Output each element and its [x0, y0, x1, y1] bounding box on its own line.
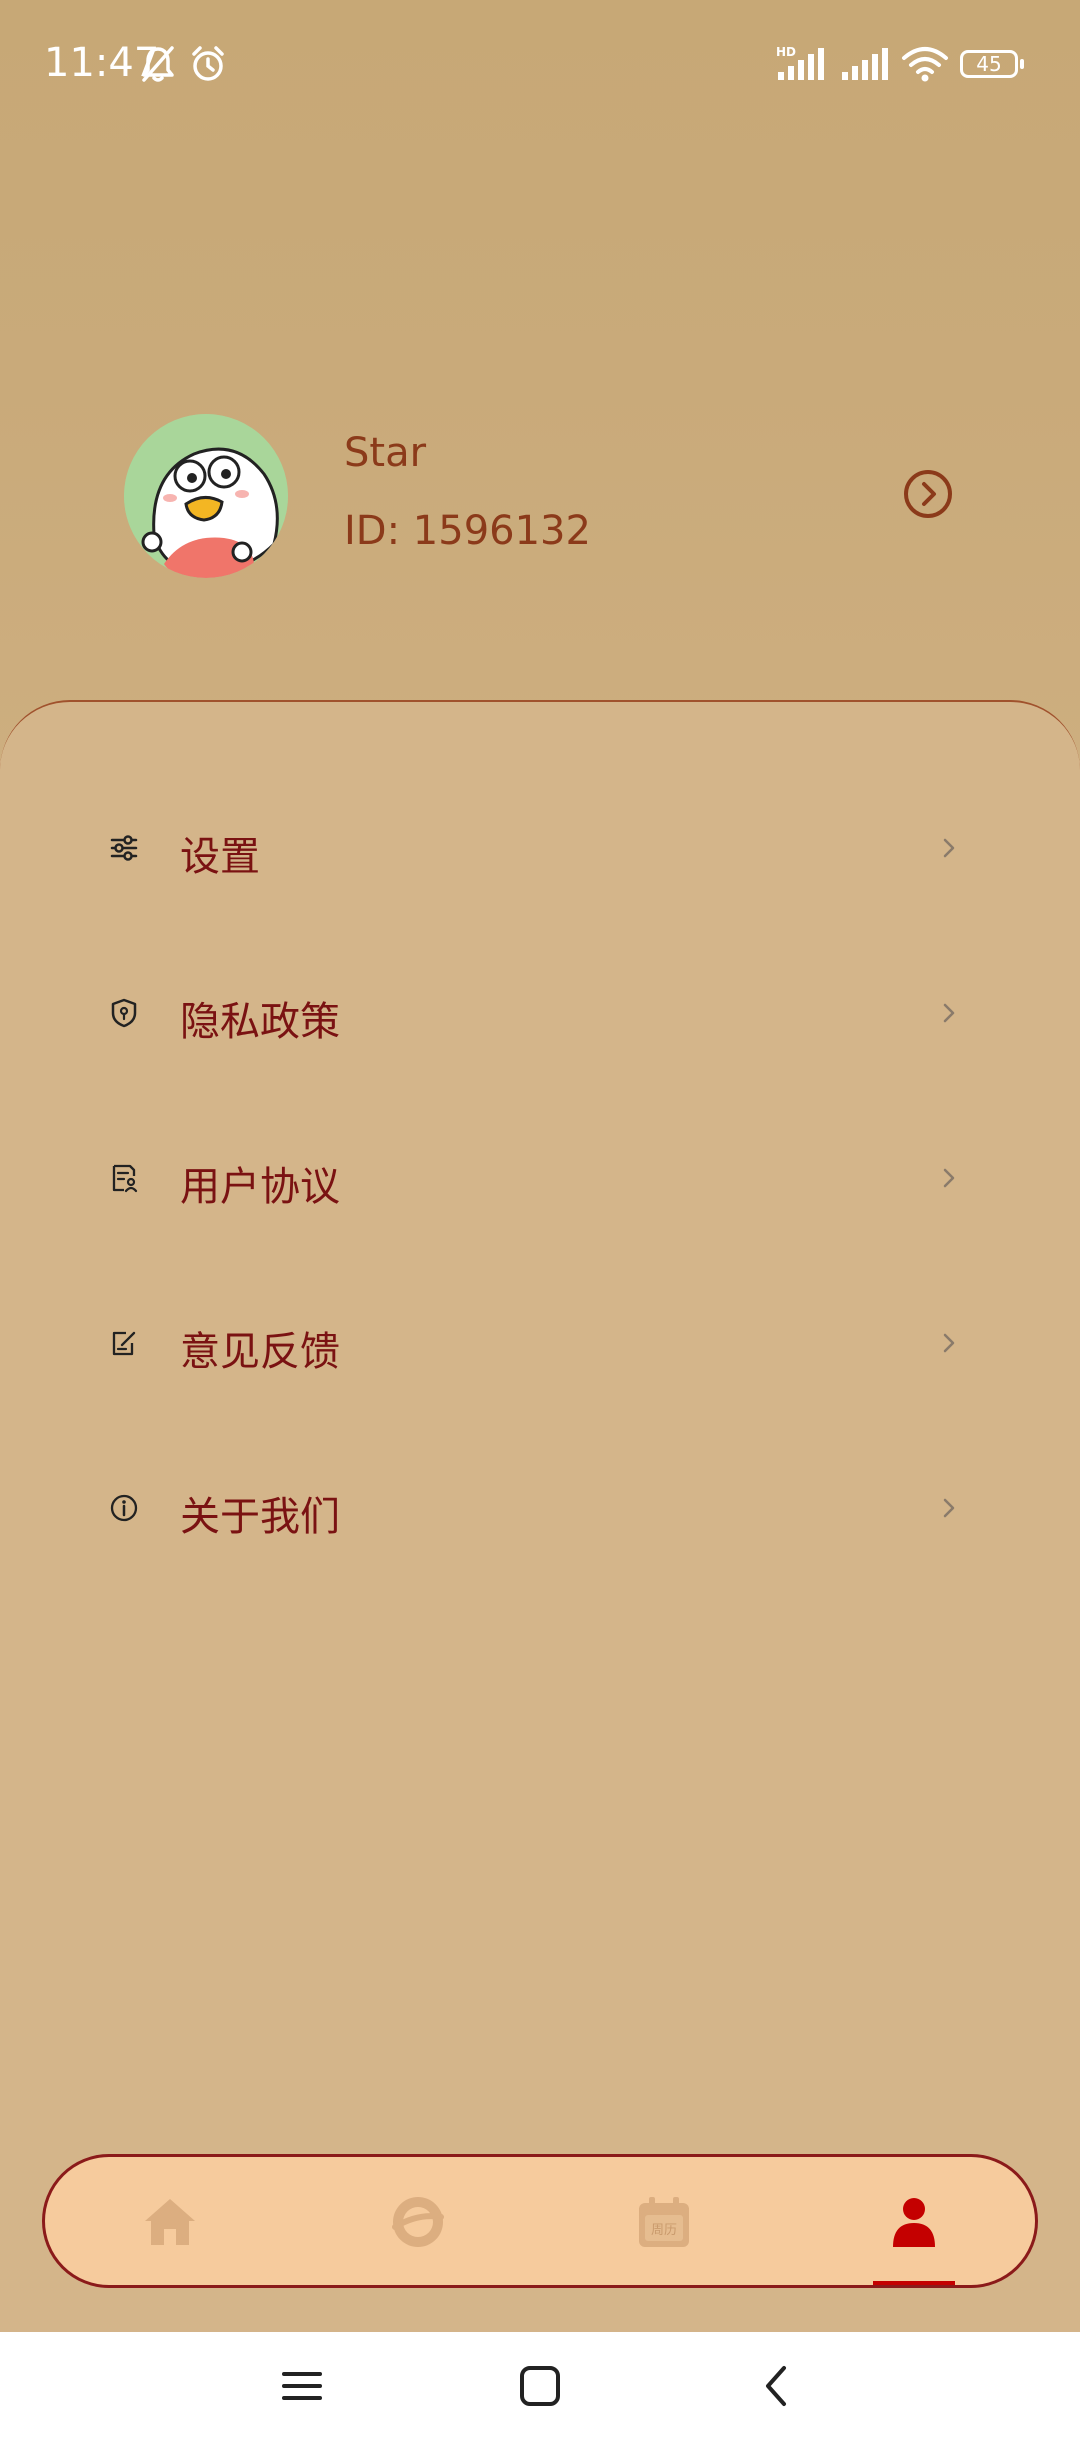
chevron-right-icon	[943, 1003, 955, 1023]
hd-signal-icon: HD	[776, 45, 824, 80]
wifi-icon	[902, 47, 948, 82]
planet-icon	[392, 2197, 444, 2247]
profile-name: Star	[344, 430, 427, 476]
feedback-edit-icon	[112, 1331, 136, 1356]
bottom-nav: 周历	[42, 2154, 1038, 2288]
menu-item-feedback[interactable]: 意见反馈	[0, 1283, 1080, 1403]
menu-card: 设置 隐私政策 用户协议 意见反馈 关于我们	[0, 700, 1080, 2330]
alarm-icon	[192, 46, 224, 81]
info-icon	[110, 1494, 138, 1522]
profile-header[interactable]: Star ID: 1596132	[0, 400, 1080, 600]
chevron-right-icon	[943, 838, 955, 858]
shield-icon	[111, 998, 137, 1028]
nav-calendar[interactable]: 周历	[603, 2157, 723, 2285]
battery-level: 45	[976, 52, 1002, 76]
calendar-icon: 周历	[639, 2197, 689, 2247]
chevron-right-icon	[943, 1168, 955, 1188]
menu-label-about: 关于我们	[180, 1494, 340, 1540]
user-icon	[893, 2198, 935, 2247]
menu-icon[interactable]	[278, 2362, 326, 2410]
battery-icon: 45	[960, 50, 1024, 80]
svg-text:HD: HD	[776, 45, 796, 59]
home-icon	[145, 2199, 195, 2245]
duck-avatar-icon	[124, 414, 288, 578]
system-nav-bar	[0, 2332, 1080, 2460]
menu-item-user-agreement[interactable]: 用户协议	[0, 1118, 1080, 1238]
nav-discover[interactable]	[357, 2157, 477, 2285]
menu-label-privacy: 隐私政策	[180, 999, 340, 1045]
menu-item-settings[interactable]: 设置	[0, 788, 1080, 908]
calendar-badge-text: 周历	[651, 2223, 677, 2238]
profile-arrow-icon[interactable]	[902, 468, 954, 520]
home-button-icon[interactable]	[516, 2362, 564, 2410]
menu-item-privacy[interactable]: 隐私政策	[0, 953, 1080, 1073]
nav-profile[interactable]	[853, 2157, 973, 2285]
profile-id: ID: 1596132	[344, 508, 591, 554]
document-user-icon	[112, 1164, 138, 1193]
signal-icon	[842, 48, 888, 80]
back-icon[interactable]	[754, 2362, 802, 2410]
menu-label-settings: 设置	[180, 834, 260, 880]
nav-active-indicator	[873, 2281, 955, 2285]
menu-label-user-agreement: 用户协议	[180, 1164, 340, 1210]
nav-home[interactable]	[109, 2157, 229, 2285]
chevron-right-icon	[943, 1333, 955, 1353]
status-bar: 11:47 HD 45	[0, 0, 1080, 140]
sliders-icon	[110, 835, 138, 861]
avatar[interactable]	[124, 414, 288, 578]
menu-item-about[interactable]: 关于我们	[0, 1448, 1080, 1568]
chevron-right-icon	[943, 1498, 955, 1518]
bell-off-icon	[142, 46, 174, 82]
menu-label-feedback: 意见反馈	[180, 1329, 340, 1375]
